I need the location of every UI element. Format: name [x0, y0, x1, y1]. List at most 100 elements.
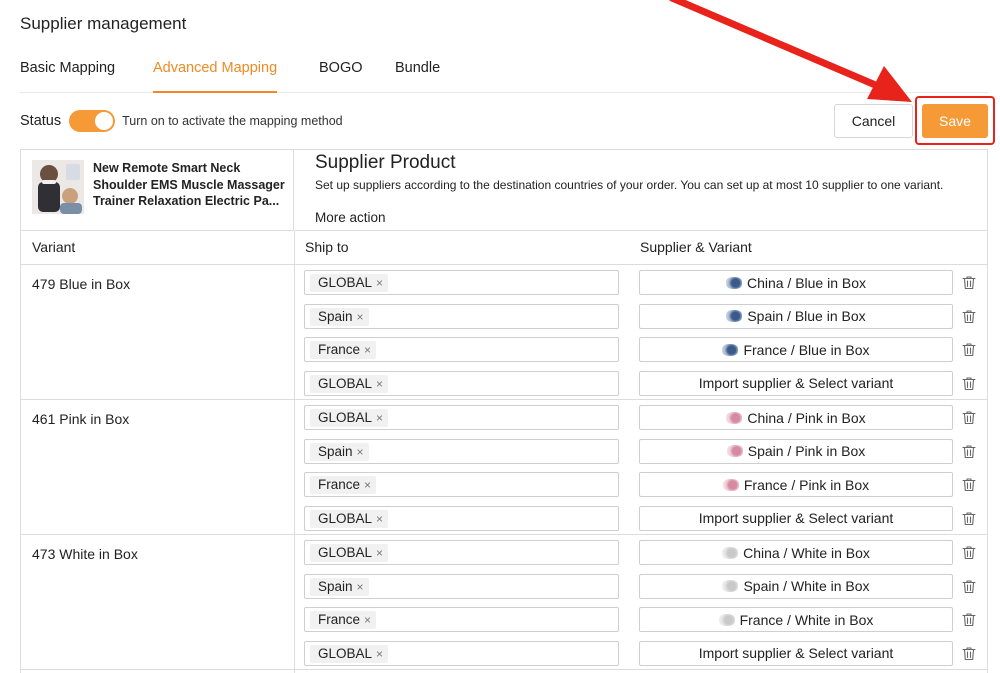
- ship-to-select[interactable]: GLOBAL ×: [304, 540, 619, 565]
- close-icon[interactable]: ×: [376, 409, 383, 427]
- column-header-ship-to: Ship to: [305, 239, 349, 255]
- country-chip: Spain ×: [310, 442, 369, 461]
- country-chip: GLOBAL ×: [310, 409, 389, 427]
- close-icon[interactable]: ×: [376, 375, 383, 393]
- close-icon[interactable]: ×: [364, 476, 371, 494]
- status-row: Status Turn on to activate the mapping m…: [20, 108, 343, 134]
- supplier-variant-label: China / Blue in Box: [746, 274, 867, 291]
- close-icon[interactable]: ×: [376, 645, 383, 663]
- supplier-variant-select[interactable]: Spain / Pink in Box: [639, 438, 953, 464]
- tab-advanced-mapping[interactable]: Advanced Mapping: [153, 60, 278, 93]
- supplier-product-title: Supplier Product: [315, 152, 456, 173]
- variant-name: 461 Pink in Box: [32, 411, 130, 427]
- supplier-variant-select[interactable]: China / White in Box: [639, 540, 953, 565]
- supplier-variant-label: France / Pink in Box: [743, 476, 870, 493]
- trash-icon[interactable]: [962, 612, 976, 627]
- ship-to-select[interactable]: Spain ×: [304, 573, 619, 599]
- column-header-variant: Variant: [32, 239, 76, 255]
- supplier-variant-thumbnail: [722, 343, 739, 356]
- variant-name: 473 White in Box: [32, 546, 138, 562]
- close-icon[interactable]: ×: [357, 443, 364, 461]
- import-supplier-button[interactable]: Import supplier & Select variant: [639, 505, 953, 531]
- supplier-variant-select[interactable]: France / White in Box: [639, 607, 953, 632]
- close-icon[interactable]: ×: [364, 611, 371, 629]
- tab-bundle[interactable]: Bundle: [395, 60, 440, 93]
- product-name: New Remote Smart Neck Shoulder EMS Muscl…: [93, 161, 285, 208]
- supplier-variant-thumbnail: [722, 546, 739, 559]
- ship-to-select[interactable]: Spain ×: [304, 303, 619, 329]
- country-chip: GLOBAL ×: [310, 544, 389, 562]
- supplier-variant-select[interactable]: Spain / White in Box: [639, 573, 953, 599]
- import-supplier-button[interactable]: Import supplier & Select variant: [639, 640, 953, 666]
- trash-icon[interactable]: [962, 410, 976, 425]
- ship-to-select[interactable]: GLOBAL ×: [304, 270, 619, 295]
- ship-to-select[interactable]: GLOBAL ×: [304, 505, 619, 531]
- supplier-variant-select[interactable]: France / Pink in Box: [639, 472, 953, 497]
- supplier-variant-label: Import supplier & Select variant: [698, 510, 894, 526]
- tab-basic-mapping[interactable]: Basic Mapping: [20, 60, 115, 93]
- variant-group: 461 Pink in Box GLOBAL × China / Pink in Bo…: [21, 400, 987, 535]
- country-chip-label: Spain: [318, 443, 353, 459]
- supplier-variant-select[interactable]: Spain / Blue in Box: [639, 303, 953, 329]
- close-icon[interactable]: ×: [376, 274, 383, 292]
- import-supplier-button[interactable]: Import supplier & Select variant: [639, 370, 953, 396]
- trash-icon[interactable]: [962, 309, 976, 324]
- toggle-knob: [95, 112, 114, 130]
- ship-to-select[interactable]: GLOBAL ×: [304, 405, 619, 430]
- variant-name: 479 Blue in Box: [32, 276, 131, 292]
- tab-bogo[interactable]: BOGO: [319, 60, 363, 93]
- trash-icon[interactable]: [962, 275, 976, 290]
- close-icon[interactable]: ×: [357, 578, 364, 596]
- supplier-variant-label: Import supplier & Select variant: [698, 375, 894, 391]
- close-icon[interactable]: ×: [357, 308, 364, 326]
- close-icon[interactable]: ×: [376, 510, 383, 528]
- close-icon[interactable]: ×: [364, 341, 371, 359]
- variant-group: 473 White in Box GLOBAL × China / White in …: [21, 535, 987, 670]
- supplier-variant-thumbnail: [726, 411, 743, 424]
- supplier-variant-label: Spain / White in Box: [743, 578, 870, 594]
- supplier-variant-thumbnail: [718, 613, 735, 626]
- status-hint: Turn on to activate the mapping method: [122, 114, 343, 128]
- supplier-variant-thumbnail: [725, 276, 742, 289]
- ship-to-select[interactable]: GLOBAL ×: [304, 640, 619, 666]
- country-chip-label: Spain: [318, 578, 353, 594]
- supplier-variant-select[interactable]: France / Blue in Box: [639, 337, 953, 362]
- supplier-variant-label: Import supplier & Select variant: [698, 645, 894, 661]
- country-chip: France ×: [310, 611, 377, 629]
- cancel-button[interactable]: Cancel: [834, 104, 913, 138]
- trash-icon[interactable]: [962, 342, 976, 357]
- status-toggle[interactable]: [69, 110, 116, 132]
- trash-icon[interactable]: [962, 477, 976, 492]
- supplier-variant-label: Spain / Pink in Box: [747, 443, 866, 459]
- country-chip: GLOBAL ×: [310, 509, 389, 528]
- supplier-variant-select[interactable]: China / Pink in Box: [639, 405, 953, 430]
- trash-icon[interactable]: [962, 646, 976, 661]
- trash-icon[interactable]: [962, 579, 976, 594]
- trash-icon[interactable]: [962, 444, 976, 459]
- save-button[interactable]: Save: [922, 104, 988, 138]
- country-chip-label: France: [318, 477, 361, 492]
- country-chip-label: France: [318, 612, 361, 627]
- supplier-variant-select[interactable]: China / Blue in Box: [639, 270, 953, 295]
- more-action-link[interactable]: More action: [315, 210, 386, 225]
- trash-icon[interactable]: [962, 511, 976, 526]
- tab-bar: Basic Mapping Advanced Mapping BOGO Bund…: [20, 56, 988, 93]
- country-chip: France ×: [310, 476, 377, 494]
- country-chip-label: GLOBAL: [318, 545, 373, 560]
- supplier-product-description: Set up suppliers according to the destin…: [315, 178, 944, 192]
- trash-icon[interactable]: [962, 545, 976, 560]
- ship-to-select[interactable]: France ×: [304, 337, 619, 362]
- ship-to-select[interactable]: France ×: [304, 607, 619, 632]
- ship-to-select[interactable]: France ×: [304, 472, 619, 497]
- country-chip: GLOBAL ×: [310, 374, 389, 393]
- variant-group: 479 Blue in Box GLOBAL × China / Blue in Bo…: [21, 265, 987, 400]
- ship-to-select[interactable]: Spain ×: [304, 438, 619, 464]
- country-chip-label: Spain: [318, 308, 353, 324]
- trash-icon[interactable]: [962, 376, 976, 391]
- supplier-variant-thumbnail: [726, 445, 743, 457]
- country-chip-label: France: [318, 342, 361, 357]
- close-icon[interactable]: ×: [376, 544, 383, 562]
- ship-to-select[interactable]: GLOBAL ×: [304, 370, 619, 396]
- country-chip: Spain ×: [310, 307, 369, 326]
- country-chip: France ×: [310, 341, 377, 359]
